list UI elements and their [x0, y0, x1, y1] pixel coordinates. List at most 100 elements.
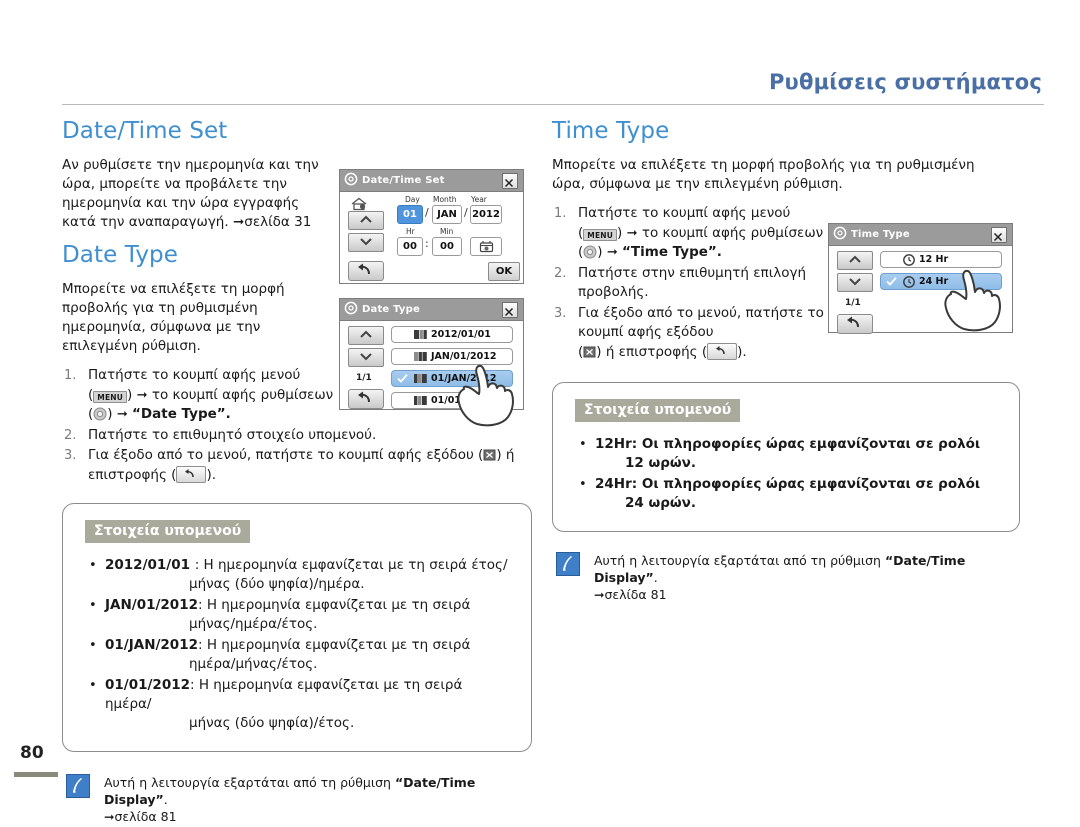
lcd-dialog-date-type[interactable]: Date Type 1/1 2012/01/01 JAN/01/2012 01/… [339, 298, 524, 427]
submenu-item-desc-cont: μήνας (δύο ψηφία)/ημέρα. [189, 576, 365, 592]
scroll-up-button[interactable] [348, 326, 384, 345]
note-text-pre: Αυτή η λειτουργία εξαρτάται από τη ρύθμι… [594, 553, 885, 568]
step-text-part2: ) ή επιστροφής ( [596, 343, 708, 360]
arrow-icon: ➞ [136, 387, 148, 403]
option-label: 01/JAN/2012 [431, 373, 497, 384]
lcd-title: Date Type [362, 304, 420, 315]
submenu-item-term: 01/JAN/2012 [105, 637, 198, 653]
section-body-date-time-set: Αν ρυθμίσετε την ημερομηνία και την ώρα,… [62, 157, 319, 230]
close-icon[interactable] [502, 302, 518, 318]
right-column: Time Type Μπορείτε να επιλέξετε τη μορφή… [552, 118, 1020, 603]
scroll-down-button[interactable] [348, 348, 384, 367]
submenu-item-desc-cont: μήνας (δύο ψηφία)/έτος. [189, 715, 355, 731]
step-item: 2. Πατήστε το επιθυμητό στοιχείο υπομενο… [62, 426, 532, 446]
step-item: 1. Πατήστε το κουμπί αφής μενού (MENU) ➞… [554, 205, 824, 260]
step-number: 1. [64, 368, 77, 383]
submenu-item-desc: : Οι πληροφορίες ώρας εμφανίζονται σε ρο… [631, 436, 981, 452]
lcd-title: Date/Time Set [362, 175, 445, 186]
lcd-titlebar: Date/Time Set [340, 170, 523, 192]
date-format-icon [414, 330, 427, 339]
back-icon [707, 342, 738, 360]
close-icon[interactable] [991, 227, 1007, 243]
submenu-item-desc: : Η ημερομηνία εμφανίζεται με τη σειρά [198, 597, 471, 613]
option-row[interactable]: 12 Hr [880, 251, 1002, 268]
submenu-item-desc: : Η ημερομηνία εμφανίζεται με τη σειρά [198, 637, 471, 653]
scroll-up-button[interactable] [348, 211, 384, 230]
note-icon [66, 774, 90, 798]
date-format-icon [414, 374, 427, 383]
step-text-part3: “Date Type”. [132, 406, 231, 422]
note-text-post: . [163, 792, 168, 807]
submenu-items-box-time-type: Στοιχεία υπομενού 12Hr: Οι πληροφορίες ώ… [552, 382, 1020, 532]
option-label: 12 Hr [919, 254, 949, 265]
minute-label: Min [440, 227, 454, 236]
submenu-item-term: JAN/01/2012 [105, 597, 198, 613]
option-row-selected[interactable]: 01/JAN/2012 [391, 370, 513, 387]
submenu-item-desc: : Οι πληροφορίες ώρας εμφανίζονται σε ρο… [631, 476, 981, 492]
back-button[interactable] [348, 389, 384, 409]
submenu-item-term: 01/01/2012 [105, 677, 191, 693]
minute-field[interactable]: 00 [432, 237, 462, 256]
step-text-part1: Για έξοδο από το μενού, πατήστε το κουμπ… [578, 304, 824, 341]
page-indicator: 1/1 [845, 298, 861, 308]
option-label: 01/01/2012 [431, 395, 491, 406]
submenu-item-desc-cont: 24 ωρών. [625, 495, 696, 511]
note-text-pre: Αυτή η λειτουργία εξαρτάται από τη ρύθμι… [104, 775, 395, 790]
exit-icon [483, 448, 496, 461]
step-text: Πατήστε στην επιθυμητή επιλογή προβολής. [578, 264, 807, 301]
scroll-down-button[interactable] [348, 233, 384, 252]
option-row[interactable]: 2012/01/01 [391, 326, 513, 343]
day-field[interactable]: 01 [397, 205, 423, 224]
step-text-part1: Πατήστε το κουμπί αφής μενού [578, 205, 791, 221]
lcd-title: Time Type [851, 229, 910, 240]
ok-button[interactable]: OK [488, 262, 520, 281]
month-field[interactable]: JAN [432, 205, 462, 224]
lcd-titlebar: Date Type [340, 299, 523, 321]
step-number: 2. [554, 265, 567, 281]
page-indicator: 1/1 [356, 373, 372, 383]
scroll-down-button[interactable] [837, 273, 873, 292]
lcd-dialog-date-time-set[interactable]: Date/Time Set Day Month Year 01 / JAN / … [339, 169, 524, 284]
submenu-item: 01/JAN/2012: Η ημερομηνία εμφανίζεται με… [85, 636, 513, 674]
date-format-button[interactable] [470, 237, 502, 256]
page-header-title: Ρυθμίσεις συστήματος [768, 70, 1042, 94]
lcd-body: 1/1 12 Hr 24 Hr [829, 246, 1012, 334]
note-page-ref: ➞σελίδα 81 [104, 809, 177, 824]
back-button[interactable] [837, 314, 873, 334]
year-field[interactable]: 2012 [470, 205, 502, 224]
note-text: Αυτή η λειτουργία εξαρτάται από τη ρύθμι… [594, 552, 1020, 603]
submenu-item: 01/01/2012: Η ημερομηνία εμφανίζεται με … [85, 676, 513, 733]
checkmark-icon [886, 277, 897, 286]
submenu-items-list: 12Hr: Οι πληροφορίες ώρας εμφανίζονται σ… [575, 435, 1001, 513]
page-number-bar [14, 772, 58, 777]
gear-icon [583, 245, 597, 259]
submenu-item-desc-cont: 12 ωρών. [625, 455, 696, 471]
arrow-icon: ➞ [626, 225, 638, 241]
checkmark-icon [886, 255, 897, 264]
note-time-type: Αυτή η λειτουργία εξαρτάται από τη ρύθμι… [552, 552, 1020, 603]
lcd-dialog-time-type[interactable]: Time Type 1/1 12 Hr 24 Hr [828, 223, 1013, 334]
submenu-item: JAN/01/2012: Η ημερομηνία εμφανίζεται με… [85, 596, 513, 634]
note-text: Αυτή η λειτουργία εξαρτάται από τη ρύθμι… [104, 774, 532, 825]
step-text-part3: ). [206, 466, 217, 483]
hour-field[interactable]: 00 [397, 237, 423, 256]
submenu-item-desc-cont: μήνας/ημέρα/έτος. [189, 616, 318, 632]
step-text-part3: “Time Type”. [622, 244, 722, 260]
close-icon[interactable] [502, 173, 518, 189]
step-number: 3. [554, 305, 567, 321]
scroll-up-button[interactable] [837, 251, 873, 270]
back-icon [176, 465, 207, 483]
option-row-selected[interactable]: 24 Hr [880, 273, 1002, 290]
header-divider [62, 104, 1044, 105]
submenu-item-desc-cont: ημέρα/μήνας/έτος. [189, 656, 318, 672]
year-label: Year [471, 195, 487, 204]
option-row[interactable]: 01/01/2012 [391, 392, 513, 409]
lcd-body: 1/1 2012/01/01 JAN/01/2012 01/JAN/2012 0… [340, 321, 523, 427]
option-row[interactable]: JAN/01/2012 [391, 348, 513, 365]
step-text-part2: το κουμπί αφής ρυθμίσεων [151, 386, 334, 403]
checkmark-icon [397, 374, 408, 383]
back-button[interactable] [348, 261, 384, 281]
submenu-item: 24Hr: Οι πληροφορίες ώρας εμφανίζονται σ… [575, 475, 1001, 513]
clock-12hr-icon [903, 253, 915, 266]
section-title-date-time-set: Date/Time Set [62, 118, 228, 144]
